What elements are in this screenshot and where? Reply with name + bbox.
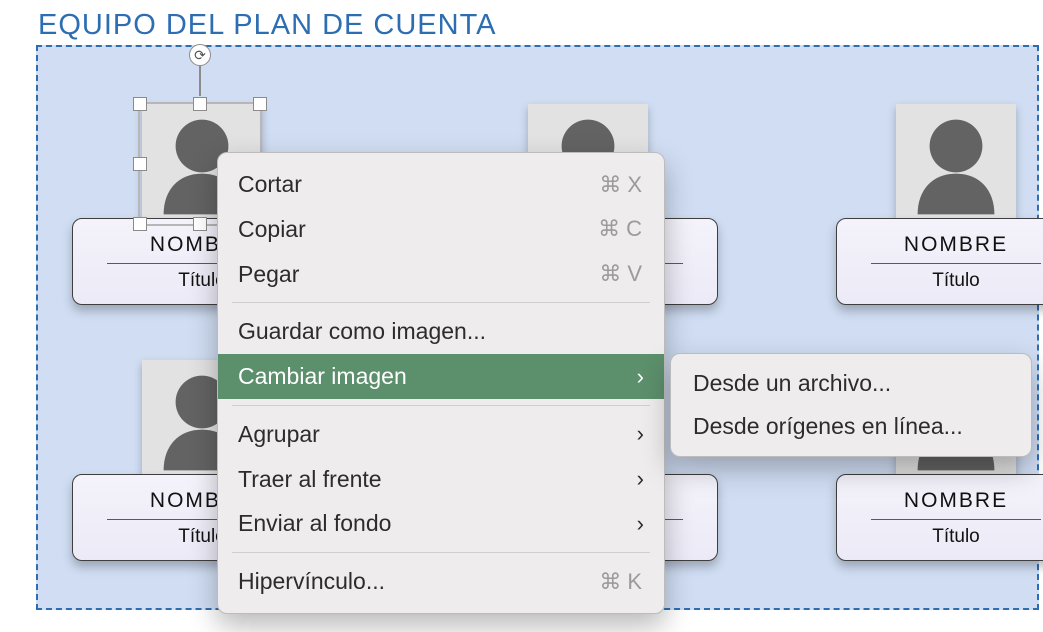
name-card: NOMBRE Título [836, 218, 1043, 305]
name-label: NOMBRE [847, 489, 1043, 513]
menu-item-paste[interactable]: Pegar ⌘ V [218, 252, 664, 297]
menu-item-save-as-image[interactable]: Guardar como imagen... [218, 309, 664, 354]
chevron-right-icon: › [637, 465, 644, 493]
rotation-handle[interactable]: ⟳ [189, 44, 211, 66]
shortcut-key: C [626, 215, 644, 243]
divider [871, 519, 1041, 520]
title-label: Título [847, 270, 1043, 292]
menu-label: Copiar [238, 215, 306, 244]
shortcut: ⌘ K [599, 568, 644, 596]
shortcut-key: K [627, 568, 644, 596]
shortcut-key: V [627, 260, 644, 288]
cmd-icon: ⌘ [599, 171, 623, 199]
menu-label: Desde orígenes en línea... [693, 413, 963, 439]
menu-separator [232, 405, 650, 406]
name-card: NOMBRE Título [836, 474, 1043, 561]
resize-handle-n[interactable] [193, 97, 207, 111]
chevron-right-icon: › [637, 510, 644, 538]
submenu-item-from-file[interactable]: Desde un archivo... [671, 362, 1031, 405]
person-icon [896, 104, 1016, 224]
cmd-icon: ⌘ [599, 260, 623, 288]
page-title: EQUIPO DEL PLAN DE CUENTA [38, 9, 497, 42]
menu-item-cut[interactable]: Cortar ⌘ X [218, 162, 664, 207]
menu-label: Cambiar imagen [238, 362, 407, 391]
shortcut-key: X [627, 171, 644, 199]
context-menu: Cortar ⌘ X Copiar ⌘ C Pegar ⌘ V Guardar … [217, 152, 665, 614]
canvas: EQUIPO DEL PLAN DE CUENTA NOMBRE Título … [0, 0, 1043, 632]
menu-label: Agrupar [238, 420, 320, 449]
menu-item-change-image[interactable]: Cambiar imagen › [218, 354, 664, 399]
menu-label: Cortar [238, 170, 302, 199]
menu-separator [232, 552, 650, 553]
resize-handle-w[interactable] [133, 157, 147, 171]
menu-item-group[interactable]: Agrupar › [218, 412, 664, 457]
avatar-placeholder[interactable] [896, 104, 1016, 224]
menu-item-send-to-back[interactable]: Enviar al fondo › [218, 501, 664, 546]
submenu-item-from-online[interactable]: Desde orígenes en línea... [671, 405, 1031, 448]
submenu-change-image: Desde un archivo... Desde orígenes en lí… [670, 353, 1032, 457]
shortcut: ⌘ C [598, 215, 644, 243]
menu-label: Guardar como imagen... [238, 317, 486, 346]
chevron-right-icon: › [637, 420, 644, 448]
chevron-right-icon: › [637, 363, 644, 391]
shortcut: ⌘ V [599, 260, 644, 288]
menu-label: Traer al frente [238, 465, 382, 494]
menu-label: Pegar [238, 260, 299, 289]
resize-handle-ne[interactable] [253, 97, 267, 111]
menu-separator [232, 302, 650, 303]
name-label: NOMBRE [847, 233, 1043, 257]
divider [871, 263, 1041, 264]
menu-item-bring-to-front[interactable]: Traer al frente › [218, 457, 664, 502]
team-tile: NOMBRE Título [836, 104, 1043, 305]
cmd-icon: ⌘ [598, 215, 622, 243]
menu-item-copy[interactable]: Copiar ⌘ C [218, 207, 664, 252]
resize-handle-nw[interactable] [133, 97, 147, 111]
title-label: Título [847, 526, 1043, 548]
rotation-stem [199, 62, 201, 96]
shortcut: ⌘ X [599, 171, 644, 199]
cmd-icon: ⌘ [599, 568, 623, 596]
resize-handle-s[interactable] [193, 217, 207, 231]
menu-item-hyperlink[interactable]: Hipervínculo... ⌘ K [218, 559, 664, 604]
menu-label: Enviar al fondo [238, 509, 391, 538]
resize-handle-sw[interactable] [133, 217, 147, 231]
menu-label: Desde un archivo... [693, 370, 891, 396]
rotate-icon: ⟳ [194, 47, 206, 64]
menu-label: Hipervínculo... [238, 567, 385, 596]
